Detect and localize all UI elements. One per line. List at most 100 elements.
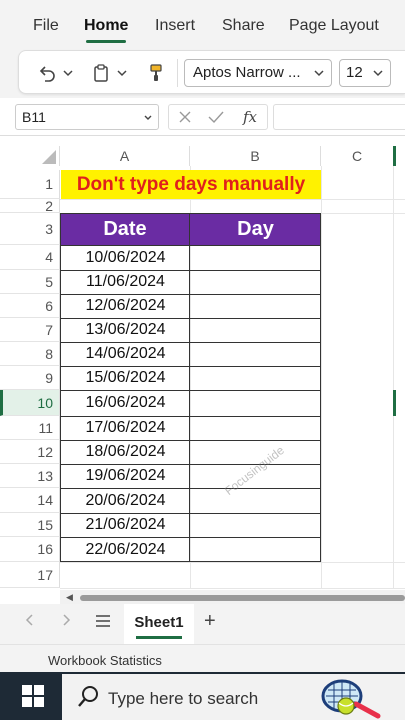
table-border: [60, 390, 321, 391]
row-header-7[interactable]: 7: [0, 318, 60, 342]
search-icon: [78, 686, 98, 707]
toolbar-area: Aptos Narrow ... 12: [0, 48, 405, 98]
date-cell[interactable]: 11/06/2024: [61, 270, 190, 294]
table-border: [60, 440, 321, 441]
day-column-cells[interactable]: [190, 245, 321, 562]
date-cell[interactable]: 22/06/2024: [61, 537, 190, 562]
font-size-select[interactable]: 12: [339, 59, 391, 87]
date-cell[interactable]: 14/06/2024: [61, 342, 190, 366]
font-name-value: Aptos Narrow ...: [193, 64, 301, 81]
grid-line: [60, 562, 405, 563]
selected-column-marker: [393, 146, 396, 166]
formula-input[interactable]: [273, 104, 405, 130]
row-header-13[interactable]: 13: [0, 464, 60, 488]
name-box-value: B11: [22, 109, 46, 125]
undo-icon: [39, 66, 55, 82]
cancel-icon[interactable]: [177, 109, 193, 125]
toolbar: Aptos Narrow ... 12: [18, 50, 405, 94]
date-cell[interactable]: 13/06/2024: [61, 318, 190, 342]
date-cell[interactable]: 17/06/2024: [61, 416, 190, 440]
column-header-c[interactable]: C: [321, 146, 393, 166]
chevron-down-icon: [373, 70, 383, 77]
insert-function-icon[interactable]: fx: [243, 108, 257, 126]
format-painter-button[interactable]: [147, 59, 165, 87]
row-header-12[interactable]: 12: [0, 440, 60, 464]
scrollbar-thumb[interactable]: [80, 595, 405, 601]
toolbar-divider: [177, 59, 178, 87]
paste-button[interactable]: [91, 59, 129, 87]
chevron-down-icon: [117, 70, 127, 77]
grid-line: [393, 166, 394, 588]
add-sheet-button[interactable]: +: [204, 610, 216, 633]
row-header-2[interactable]: 2: [0, 199, 60, 213]
column-header-b[interactable]: B: [190, 146, 321, 166]
table-border: [60, 270, 321, 271]
row-header-6[interactable]: 6: [0, 294, 60, 318]
date-cell[interactable]: 20/06/2024: [61, 488, 190, 513]
confirm-icon[interactable]: [207, 109, 225, 125]
format-painter-icon: [150, 64, 162, 81]
row-header-4[interactable]: 4: [0, 245, 60, 270]
row-header-9[interactable]: 9: [0, 366, 60, 390]
date-cell[interactable]: 10/06/2024: [61, 245, 190, 270]
clipboard-icon: [94, 64, 108, 82]
row-header-3[interactable]: 3: [0, 213, 60, 245]
taskbar-search-placeholder: Type here to search: [108, 689, 259, 708]
font-name-select[interactable]: Aptos Narrow ...: [184, 59, 332, 87]
font-size-value: 12: [346, 64, 363, 81]
row-header-5[interactable]: 5: [0, 270, 60, 294]
grid-line: [60, 588, 405, 589]
date-cell[interactable]: 21/06/2024: [61, 513, 190, 537]
row-header-15[interactable]: 15: [0, 513, 60, 537]
grid-line: [321, 166, 322, 588]
table-border: [60, 245, 321, 246]
table-border: [60, 488, 321, 489]
row-header-14[interactable]: 14: [0, 488, 60, 513]
row-header-17[interactable]: 17: [0, 562, 60, 588]
workbook-statistics-label[interactable]: Workbook Statistics: [48, 653, 162, 668]
tab-home[interactable]: Home: [84, 17, 128, 35]
table-border: [60, 294, 321, 295]
table-border: [60, 416, 321, 417]
undo-button[interactable]: [37, 59, 75, 87]
tab-share[interactable]: Share: [222, 17, 265, 35]
formula-bar: B11 fx: [0, 98, 405, 136]
tennis-racket-icon[interactable]: [320, 676, 384, 720]
date-cell[interactable]: 16/06/2024: [61, 390, 190, 416]
title-cell[interactable]: Don't type days manually: [61, 170, 321, 199]
date-cell[interactable]: 18/06/2024: [61, 440, 190, 464]
chevron-down-icon: [63, 70, 73, 77]
tab-page-layout[interactable]: Page Layout: [289, 17, 379, 35]
table-border: [60, 537, 321, 538]
row-header-11[interactable]: 11: [0, 416, 60, 440]
table-border: [60, 513, 321, 514]
table-border: [60, 318, 321, 319]
chevron-down-icon: [144, 115, 152, 120]
formula-actions: fx: [168, 104, 268, 130]
sheet-list-icon[interactable]: [95, 614, 111, 628]
date-cell[interactable]: 15/06/2024: [61, 366, 190, 390]
grid-line: [60, 199, 405, 200]
scroll-left-icon[interactable]: ◀: [66, 592, 73, 603]
tab-insert[interactable]: Insert: [155, 17, 195, 35]
table-border: [60, 342, 321, 343]
row-header-16[interactable]: 16: [0, 537, 60, 562]
header-day-cell[interactable]: Day: [190, 213, 321, 245]
tab-file[interactable]: File: [33, 17, 59, 35]
windows-start-icon[interactable]: [22, 685, 44, 707]
sheet-tab-label: Sheet1: [134, 614, 184, 631]
prev-sheet-icon[interactable]: [24, 612, 36, 628]
date-cell[interactable]: 19/06/2024: [61, 464, 190, 488]
next-sheet-icon[interactable]: [60, 612, 72, 628]
header-date-cell[interactable]: Date: [61, 213, 189, 245]
select-all-triangle-icon: [42, 150, 56, 164]
name-box[interactable]: B11: [15, 104, 159, 130]
date-cell[interactable]: 12/06/2024: [61, 294, 190, 318]
column-header-a[interactable]: A: [60, 146, 190, 166]
row-header-10[interactable]: 10: [0, 390, 60, 416]
selected-cell-marker: [393, 390, 396, 416]
table-border: [189, 213, 190, 562]
row-header-8[interactable]: 8: [0, 342, 60, 366]
chevron-down-icon: [314, 70, 324, 77]
row-header-1[interactable]: 1: [0, 170, 60, 199]
